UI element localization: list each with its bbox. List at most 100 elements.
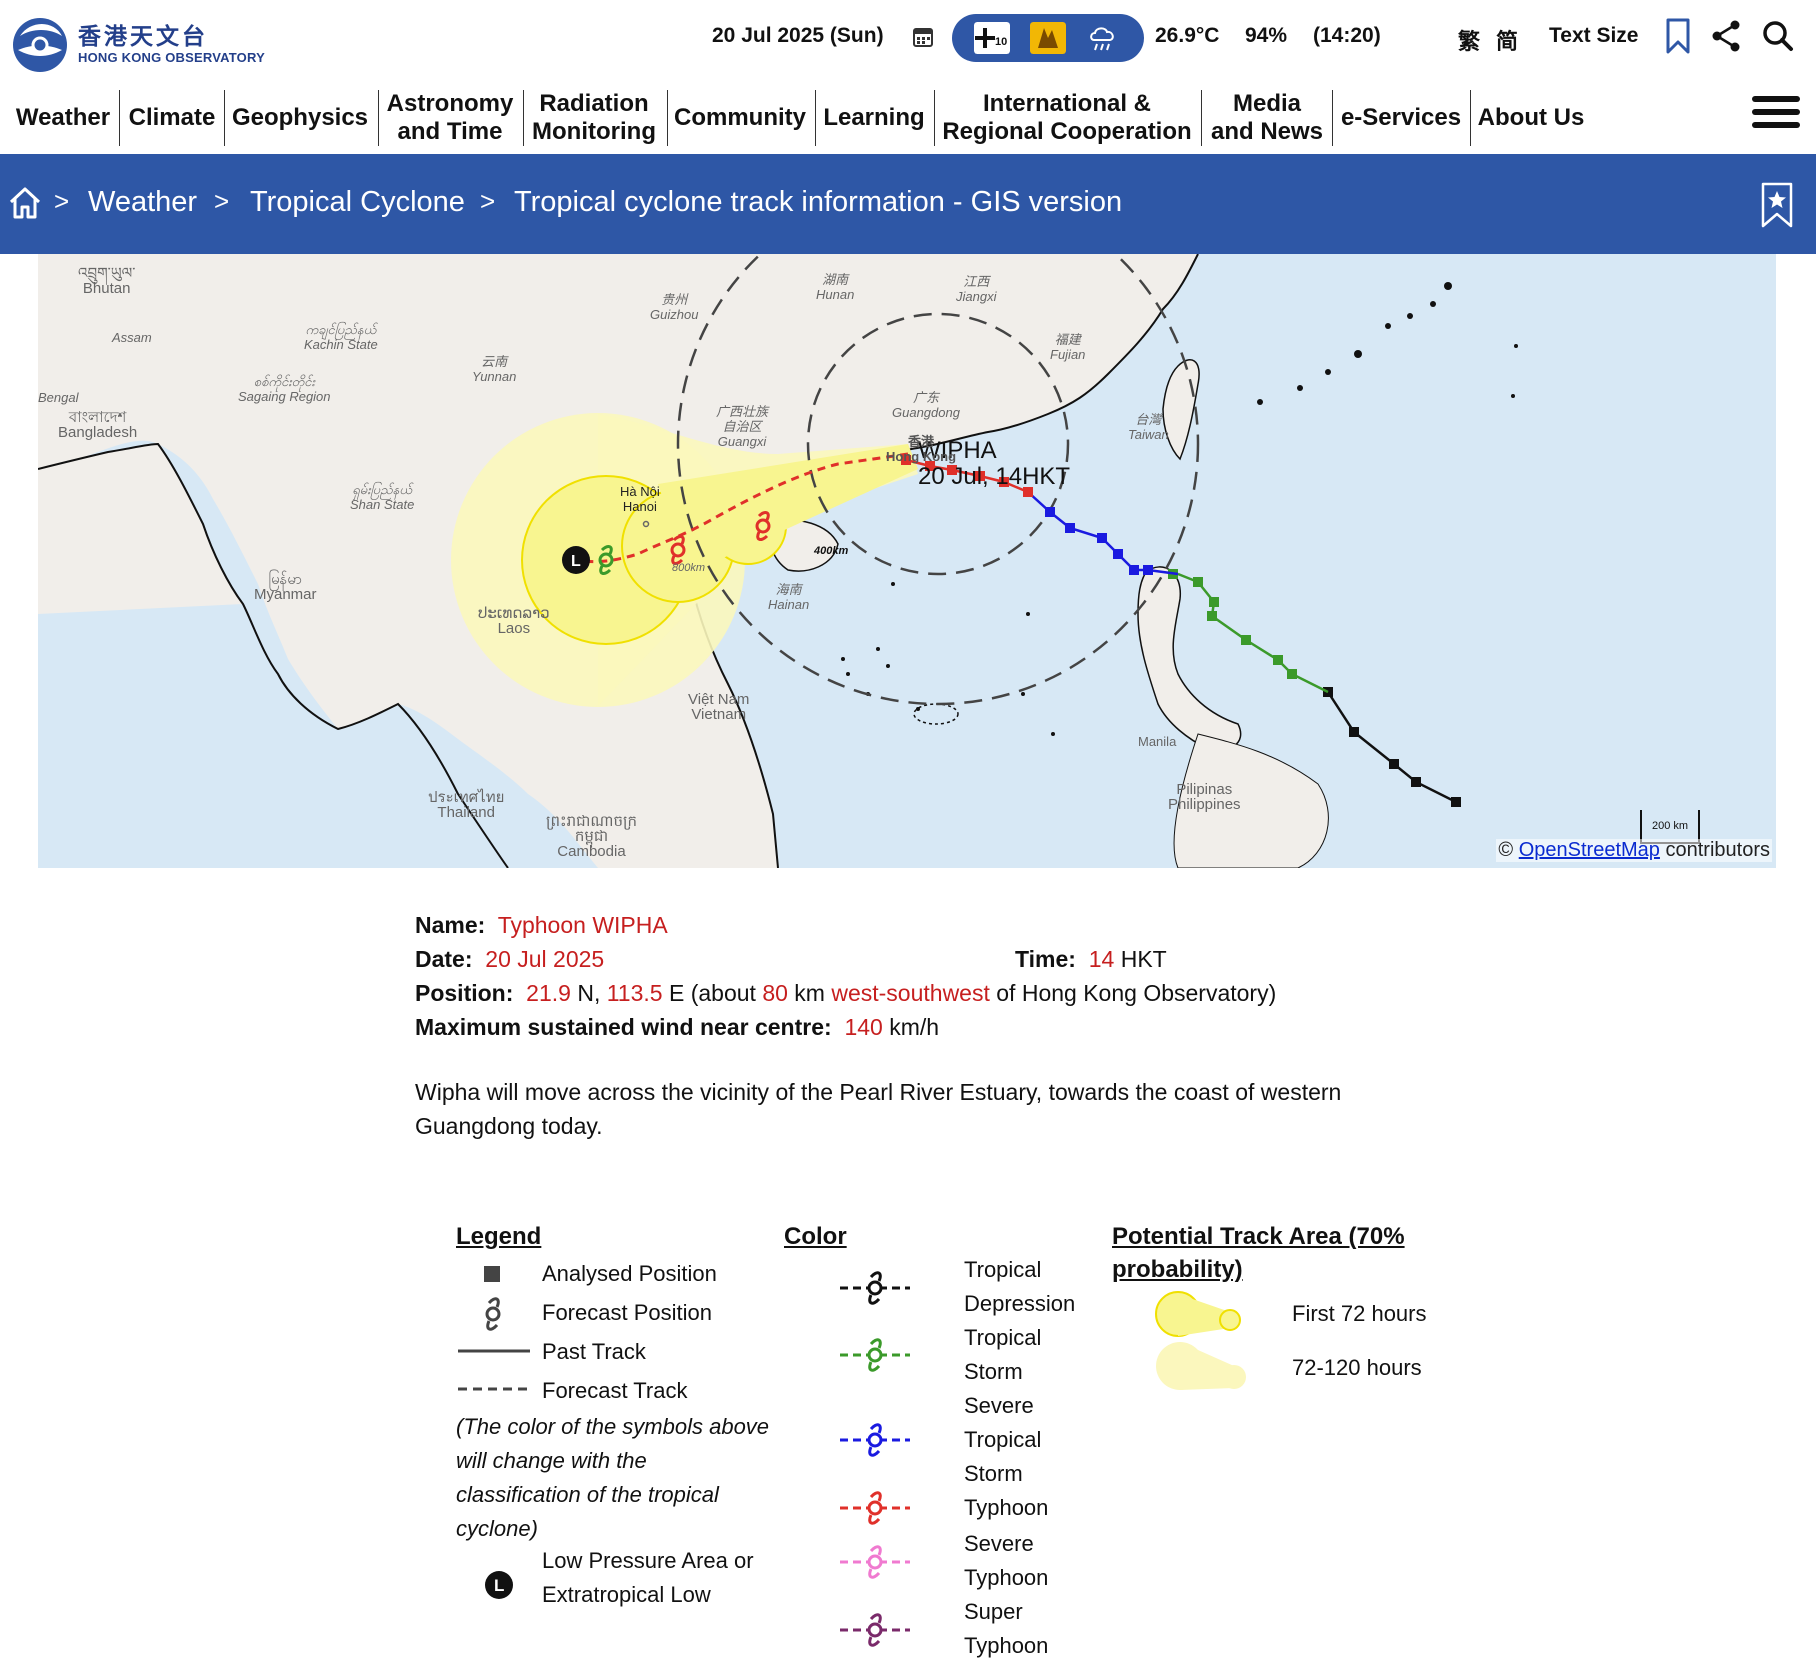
place-label: 福建 Fujian: [1050, 332, 1086, 362]
rain-icon[interactable]: [1086, 22, 1122, 54]
home-icon[interactable]: [8, 186, 42, 220]
breadcrumb-tropical-cyclone[interactable]: Tropical Cyclone: [250, 186, 465, 219]
analysed-position-icon: [484, 1266, 500, 1282]
place-label: Việt Nam Vietnam: [688, 691, 750, 723]
temperature: 26.9°C: [1155, 24, 1220, 47]
search-icon[interactable]: [1762, 18, 1794, 54]
bookmark-star-icon[interactable]: [1760, 182, 1794, 228]
nav-community[interactable]: Community: [671, 82, 809, 154]
severe-typhoon-symbol-icon: [840, 1545, 910, 1579]
legend-72-120-hours: 72-120 hours: [1292, 1355, 1422, 1380]
legend-past-track: Past Track: [542, 1339, 646, 1364]
place-label: ព្រះរាជាណាចក្រ កម្ពុជា Cambodia: [546, 813, 637, 860]
place-label: 广东 Guangdong: [892, 390, 960, 420]
place-label: 江西 Jiangxi: [956, 274, 997, 304]
text-size-button[interactable]: Text Size: [1549, 24, 1638, 48]
legend-title: Legend: [456, 1223, 542, 1250]
position-suffix: of Hong Kong Observatory): [996, 980, 1277, 1006]
humidity: 94%: [1245, 24, 1288, 47]
logo-zh: 香港天文台: [78, 22, 208, 50]
color-typhoon: Typhoon: [964, 1495, 1049, 1520]
current-date: 20 Jul 2025 (Sun): [712, 24, 884, 47]
place-label: ປະເທດລາວ Laos: [478, 605, 550, 637]
hamburger-menu-icon[interactable]: [1752, 96, 1800, 132]
place-label: ကချင်ပြည်နယ် Kachin State: [304, 322, 378, 352]
nav-separator: [1332, 90, 1333, 146]
logo-en: HONG KONG OBSERVATORY: [78, 49, 265, 65]
place-label: 海南 Hainan: [768, 582, 810, 612]
severe-tropical-storm-symbol-icon: [840, 1423, 910, 1457]
breadcrumb-weather[interactable]: Weather: [88, 186, 197, 219]
longitude-dir: E (about: [668, 980, 756, 1006]
svg-text:L: L: [494, 1576, 504, 1595]
nav-learning[interactable]: Learning: [819, 82, 929, 154]
hko-logo-icon: [13, 18, 67, 72]
nav-media-and-news[interactable]: Media and News: [1205, 82, 1329, 154]
place-label: 台灣 Taiwan: [1128, 412, 1169, 442]
wind-value: 140: [844, 1014, 883, 1040]
breadcrumb: > Weather > Tropical Cyclone > Tropical …: [0, 154, 1816, 254]
forecast-track-icon: [458, 1387, 530, 1391]
place-label: 贵州 Guizhou: [650, 292, 699, 322]
time-value: 14: [1088, 946, 1115, 972]
nav-separator: [1201, 90, 1202, 146]
typhoon-symbol-icon: [840, 1491, 910, 1525]
openstreetmap-link[interactable]: OpenStreetMap: [1519, 839, 1660, 861]
low-pressure-icon: L: [485, 1571, 513, 1599]
breadcrumb-separator: >: [214, 186, 230, 216]
nav-climate[interactable]: Climate: [124, 82, 220, 154]
nav-e-services[interactable]: e-Services: [1336, 82, 1466, 154]
legend-forecast-position: Forecast Position: [542, 1300, 712, 1325]
latitude-dir: N,: [577, 980, 601, 1006]
nav-separator: [667, 90, 668, 146]
nav-about-us[interactable]: About Us: [1474, 82, 1588, 154]
color-severe-tropical-storm: Severe Tropical Storm: [964, 1393, 1042, 1486]
weather-warnings-pill[interactable]: 10: [952, 14, 1144, 62]
place-label: Assam: [112, 330, 152, 345]
signal-10-icon[interactable]: 10: [974, 22, 1010, 54]
radius-label-800: 800km: [672, 562, 706, 574]
potential-track-area-title: Potential Track Area (70% probability): [1112, 1223, 1405, 1283]
place-label: 云南 Yunnan: [472, 354, 517, 384]
nav-geophysics[interactable]: Geophysics: [228, 82, 372, 154]
nav-separator: [1470, 90, 1471, 146]
nav-astronomy-and-time[interactable]: Astronomy and Time: [382, 82, 518, 154]
nav-separator: [934, 90, 935, 146]
nav-separator: [523, 90, 524, 146]
position-label: Position:: [415, 980, 514, 1006]
share-icon[interactable]: [1710, 18, 1742, 54]
past-track-icon: [458, 1349, 530, 1353]
tropical-storm-symbol-icon: [840, 1338, 910, 1372]
lang-traditional-chinese[interactable]: 繁: [1458, 24, 1480, 56]
date-value: 20 Jul 2025: [485, 946, 605, 972]
nav-radiation-monitoring[interactable]: Radiation Monitoring: [527, 82, 661, 154]
place-label: বাংলাদেশ Bangladesh: [58, 409, 138, 441]
cyclone-info: Name: Typhoon WIPHA Date: 20 Jul 2025 Ti…: [415, 908, 1415, 1044]
legend-note: (The color of the symbols above will cha…: [456, 1414, 770, 1541]
place-label: မြန်မာ Myanmar: [254, 571, 317, 603]
nav-weather[interactable]: Weather: [8, 82, 118, 154]
time-label: Time:: [1015, 946, 1076, 972]
warning-icon[interactable]: [1030, 22, 1066, 54]
calendar-icon[interactable]: [912, 26, 934, 48]
bookmark-icon[interactable]: [1662, 18, 1694, 54]
place-label: Bengal: [38, 390, 79, 405]
color-tropical-storm: Tropical Storm: [964, 1325, 1042, 1384]
place-label: 湖南 Hunan: [816, 272, 855, 302]
direction: west-southwest: [831, 980, 990, 1006]
place-label: 香港 Hong Kong: [886, 434, 957, 464]
place-label: Pilipinas Philippines: [1168, 781, 1241, 813]
legend-analysed-position: Analysed Position: [542, 1261, 717, 1286]
place-label: ရှမ်းပြည်နယ် Shan State: [350, 482, 415, 512]
track-map[interactable]: L WIPHA 20 Jul, 14HKT 400km 800km འབྲུག་…: [38, 254, 1776, 868]
color-super-typhoon: Super Typhoon: [964, 1599, 1049, 1658]
wind-label: Maximum sustained wind near centre:: [415, 1014, 832, 1040]
lang-simplified-chinese[interactable]: 简: [1496, 24, 1518, 56]
nav-international-regional-cooperation[interactable]: International & Regional Cooperation: [938, 82, 1196, 154]
breadcrumb-separator: >: [480, 186, 496, 216]
time-unit: HKT: [1120, 946, 1167, 972]
legend-forecast-track: Forecast Track: [542, 1378, 688, 1403]
hko-logo[interactable]: 香港天文台 HONG KONG OBSERVATORY: [6, 14, 306, 74]
breadcrumb-current-page: Tropical cyclone track information - GIS…: [514, 186, 1123, 218]
color-title: Color: [784, 1223, 847, 1250]
